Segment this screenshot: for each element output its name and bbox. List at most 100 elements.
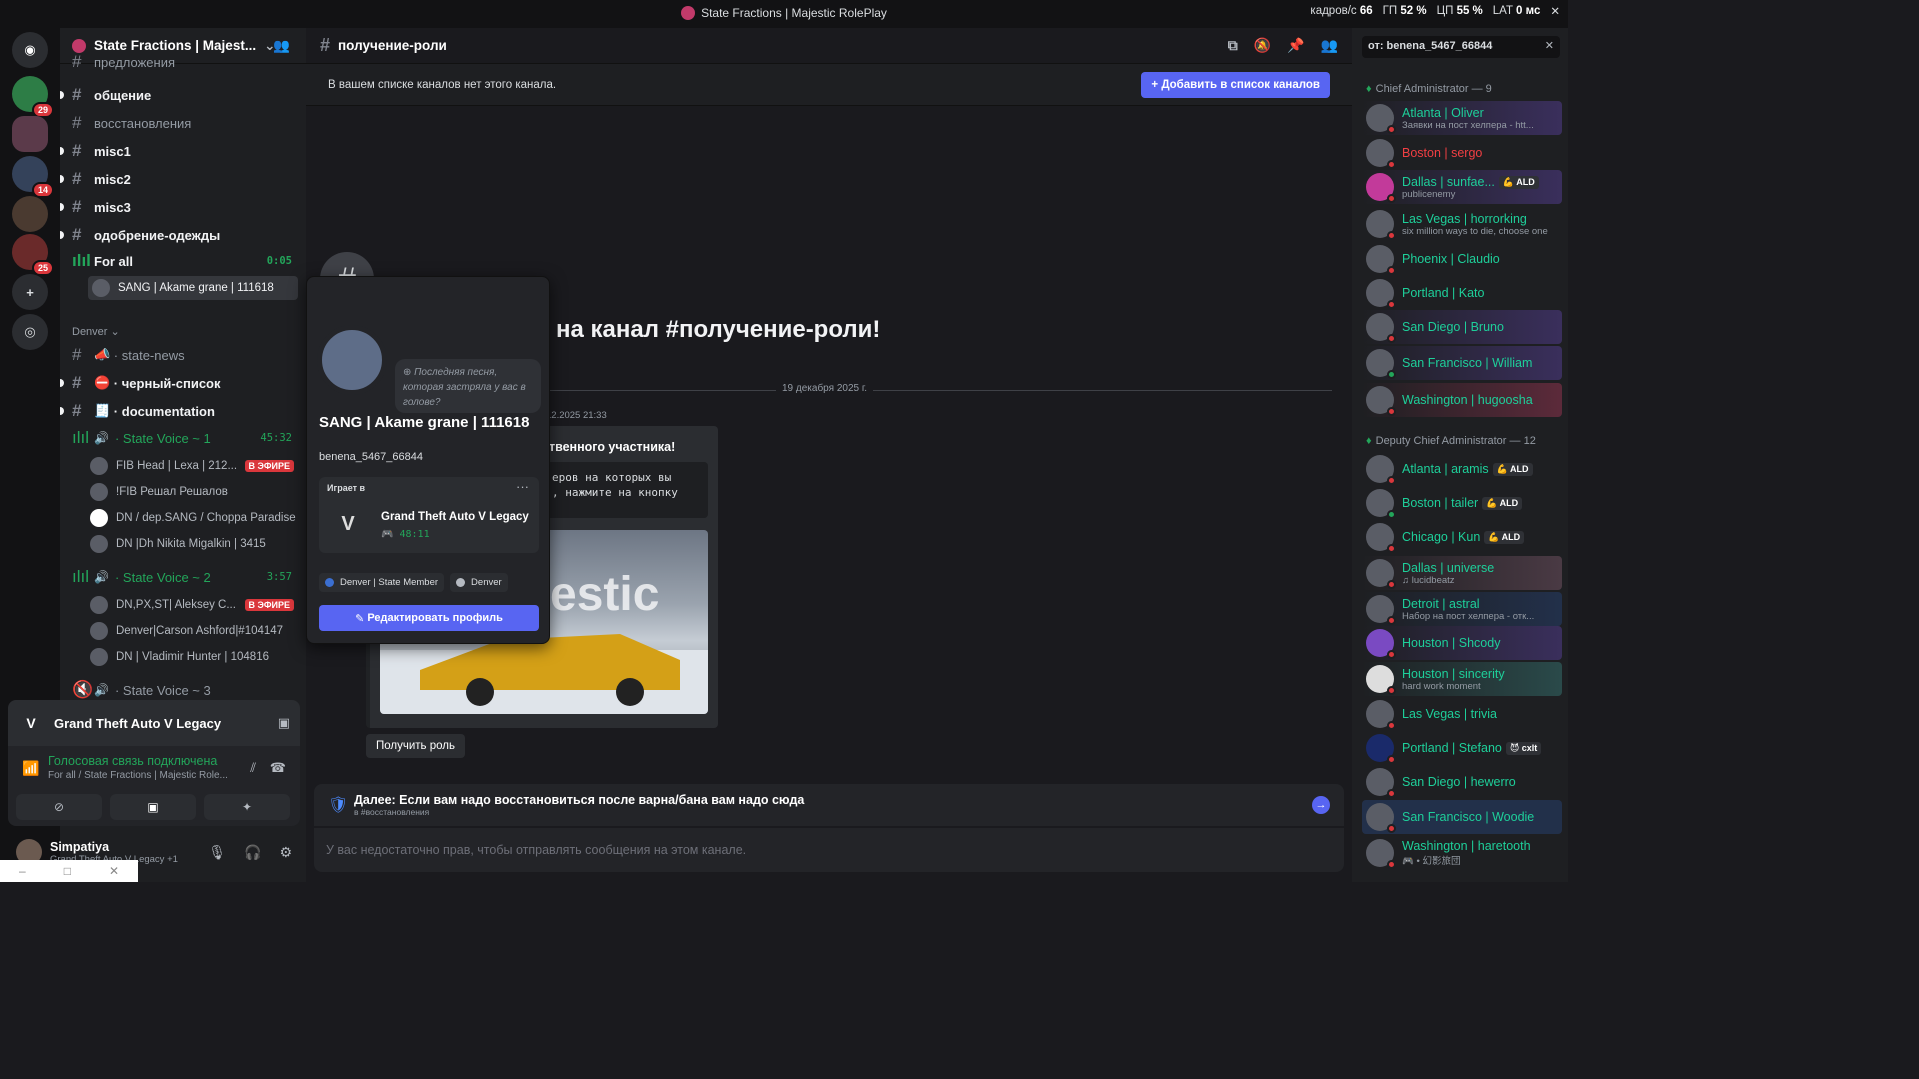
clear-search-icon[interactable]: ✕ <box>1545 39 1554 52</box>
mute-icon[interactable]: 🔕 <box>1254 37 1271 54</box>
voice-channel-1[interactable]: ılıl 🔊 · State Voice ~ 1 45:32 <box>72 425 298 451</box>
gear-icon[interactable]: ⚙ <box>279 844 292 861</box>
channel-item[interactable]: # misc1 <box>60 138 298 164</box>
close-icon[interactable]: ✕ <box>109 864 119 878</box>
maximize-icon[interactable]: □ <box>64 864 71 878</box>
member-item[interactable]: Atlanta | aramis 💪 ALD <box>1362 452 1562 486</box>
fps-value: 66 <box>1359 5 1373 17</box>
channel-item[interactable]: # предложения <box>72 54 298 70</box>
add-channel-button[interactable]: + Добавить в список каналов <box>1141 71 1330 98</box>
get-role-button[interactable]: Получить роль <box>366 734 465 758</box>
search-input[interactable]: от: benena_5467_66844 ✕ <box>1362 36 1560 58</box>
member-item[interactable]: Portland | Kato <box>1362 276 1562 310</box>
status-dot <box>1387 824 1396 833</box>
arrow-right-icon[interactable]: → <box>1312 796 1330 814</box>
voice-channel-forall[interactable]: ılıl For all 0:05 <box>72 248 298 274</box>
close-window-icon[interactable]: ✕ <box>1550 4 1560 18</box>
screen-share-button[interactable]: ▣ <box>110 794 196 820</box>
channel-emoji: 📣 <box>94 347 111 362</box>
voice-user[interactable]: DN |Dh Nikita Migalkin | 3415 <box>90 532 298 556</box>
member-item[interactable]: San Diego | Bruno <box>1362 310 1562 344</box>
member-item[interactable]: Atlanta | Oliver Заявки на пост хелпера -… <box>1362 101 1562 135</box>
channel-item[interactable]: # восстановления <box>72 110 298 136</box>
voice-user[interactable]: DN / dep.SANG / Choppa Paradise <box>90 506 298 530</box>
pin-icon[interactable]: 📌 <box>1287 37 1304 54</box>
voice-user[interactable]: DN | Vladimir Hunter | 104816 <box>90 645 298 669</box>
member-item[interactable]: Portland | Stefano 😈 cxlt <box>1362 731 1562 765</box>
voice-user-name: DN,PX,ST| Aleksey C... <box>116 599 236 611</box>
channel-item[interactable]: # одобрение-одежды <box>60 222 298 248</box>
channel-item[interactable]: # ⛔ · черный-список <box>60 370 298 396</box>
category-denver[interactable]: Denver ⌄ <box>72 325 120 338</box>
members-icon[interactable]: 👥 <box>1321 37 1338 54</box>
server-icon[interactable] <box>12 196 48 232</box>
more-icon[interactable]: ··· <box>516 479 529 494</box>
member-tag-text: ALD <box>1499 498 1519 508</box>
server-icon[interactable] <box>12 116 48 152</box>
member-item[interactable]: Washington | hugoosha <box>1362 383 1562 417</box>
channel-item[interactable]: # misc3 <box>60 194 298 220</box>
member-item[interactable]: Houston | sincerity hard work moment <box>1362 662 1562 696</box>
channel-item[interactable]: # misc2 <box>60 166 298 192</box>
fps-label: кадров/с <box>1310 5 1357 17</box>
screen-share-icon[interactable]: ▣ <box>278 715 290 731</box>
voice-channel-2[interactable]: ılıl 🔊 · State Voice ~ 2 3:57 <box>72 564 298 590</box>
member-item[interactable]: Houston | Shcody <box>1362 626 1562 660</box>
voice-user-name: !FIB Решал Решалов <box>116 486 228 498</box>
camera-button[interactable]: ⊘ <box>16 794 102 820</box>
game-time: 🎮 48:11 <box>381 529 430 540</box>
member-item[interactable]: Dallas | universe ♫ lucidbeatz <box>1362 556 1562 590</box>
discover-icon[interactable]: ◎ <box>12 314 48 350</box>
voice-user-name: DN / dep.SANG / Choppa Paradise <box>116 512 296 524</box>
add-server-icon[interactable]: + <box>12 274 48 310</box>
server-icon[interactable]: 14 <box>12 156 54 198</box>
microphone-icon[interactable]: 🎙 <box>208 844 226 861</box>
activities-button[interactable]: ✦ <box>204 794 290 820</box>
headphones-icon[interactable]: 🎧 <box>244 844 261 861</box>
member-item[interactable]: Dallas | sunfae... 💪 ALD publicenemy <box>1362 170 1562 204</box>
member-item[interactable]: Chicago | Kun 💪 ALD <box>1362 520 1562 554</box>
member-item[interactable]: Boston | sergo <box>1362 136 1562 170</box>
member-name: Las Vegas | trivia <box>1402 707 1497 721</box>
avatar <box>90 648 108 666</box>
voice-user[interactable]: FIB Head | Lexa | 212... В ЭФИРЕ <box>90 454 298 478</box>
member-item[interactable]: Detroit | astral Набор на пост хелпера - … <box>1362 592 1562 626</box>
voice-user[interactable]: Denver|Carson Ashford|#104147 <box>90 619 298 643</box>
server-icon[interactable]: 29 <box>12 76 54 118</box>
status-bubble[interactable]: ⊕ Последняя песня, которая застряла у ва… <box>395 359 541 413</box>
role-pill[interactable]: Denver <box>450 573 508 592</box>
member-item[interactable]: Las Vegas | horrorking six million ways t… <box>1362 207 1562 241</box>
group-title: Deputy Chief Administrator — 12 <box>1375 435 1536 447</box>
edit-profile-button[interactable]: ✎ Редактировать профиль <box>319 605 539 631</box>
voice-user[interactable]: SANG | Akame grane | 111618 <box>88 276 298 300</box>
member-item[interactable]: San Diego | hewerro <box>1362 765 1562 799</box>
member-item[interactable]: San Francisco | William <box>1362 346 1562 380</box>
avatar[interactable] <box>317 325 387 395</box>
channel-item[interactable]: # общение <box>60 82 298 108</box>
threads-icon[interactable]: ⧉ <box>1228 37 1238 54</box>
minimize-icon[interactable]: – <box>19 864 26 878</box>
member-tag: 💪 ALD <box>1484 531 1525 544</box>
member-item[interactable]: San Francisco | Woodie <box>1362 800 1562 834</box>
voice-user[interactable]: DN,PX,ST| Aleksey C... В ЭФИРЕ <box>90 593 298 617</box>
invite-icon[interactable]: 👥 <box>273 38 290 54</box>
member-item[interactable]: Phoenix | Claudio <box>1362 242 1562 276</box>
member-item[interactable]: Las Vegas | trivia <box>1362 697 1562 731</box>
member-item[interactable]: Washington | haretooth 🎮 • 幻影旅団 <box>1362 836 1562 870</box>
server-icon[interactable]: 25 <box>12 234 54 276</box>
voice-user[interactable]: !FIB Решал Решалов <box>90 480 298 504</box>
member-status-text: 幻影旅団 <box>1422 856 1461 867</box>
disconnect-icon[interactable]: ☎ <box>270 760 286 776</box>
noise-suppression-icon[interactable]: ⫽ <box>250 760 256 776</box>
channel-name: State Voice ~ 3 <box>122 682 211 698</box>
channel-item[interactable]: # 🧾 · documentation <box>60 398 298 424</box>
role-pill[interactable]: Denver | State Member <box>319 573 445 592</box>
next-channel-bar[interactable]: 🛡 Далее: Если вам надо восстановиться по… <box>314 784 1344 826</box>
voice-activity-icon: ılıl <box>72 428 89 447</box>
avatar <box>1366 139 1396 169</box>
discord-home-icon[interactable]: ◉ <box>12 32 48 68</box>
member-name: San Francisco | Woodie <box>1402 810 1535 824</box>
status-dot <box>1387 510 1396 519</box>
channel-item[interactable]: # 📣 · state-news <box>72 342 298 368</box>
member-item[interactable]: Boston | tailer 💪 ALD <box>1362 486 1562 520</box>
